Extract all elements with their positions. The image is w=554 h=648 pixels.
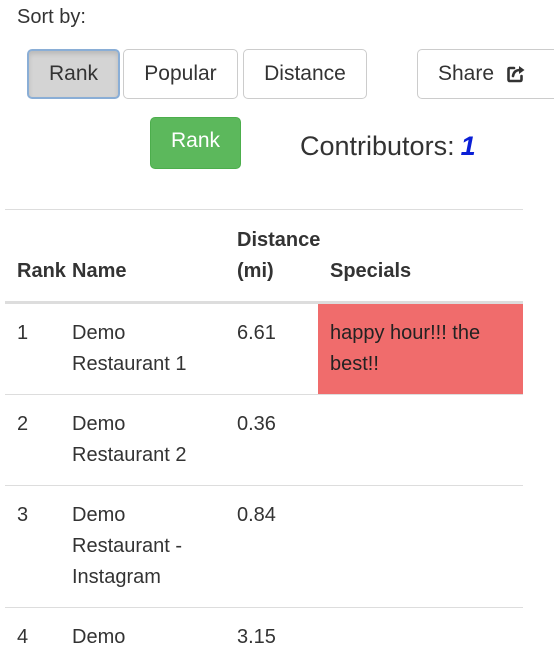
table-row[interactable]: 3 Demo Restaurant - Instagram 0.84 [5,485,523,608]
cell-name: Demo Restaurant 2 [60,394,225,486]
cell-specials [318,394,523,486]
cell-rank: 3 [5,485,60,608]
column-header-distance[interactable]: Distance (mi) [225,210,320,304]
cell-rank: 4 [5,607,60,648]
cell-specials [318,607,523,648]
table-row[interactable]: 2 Demo Restaurant 2 0.36 [5,394,523,486]
column-header-specials[interactable]: Specials [318,210,523,304]
cell-distance: 0.36 [225,394,318,486]
contributors-count: 1 [460,131,476,161]
rank-action-button[interactable]: Rank [150,117,241,169]
share-label: Share [438,62,495,85]
contributors-label: Contributors: [300,131,455,161]
column-header-rank[interactable]: Rank [5,210,66,304]
page: Sort by: Rank Popular Distance Share Ran… [0,0,554,648]
cell-distance: 6.61 [237,322,276,344]
sort-rank-button[interactable]: Rank [27,49,120,99]
sort-distance-button[interactable]: Distance [243,49,367,99]
cell-name: Demo Restaurant 1 [72,322,187,375]
cell-name: Demo Restaurant - Instagram [60,485,225,608]
share-external-icon [506,64,526,84]
restaurant-table: Rank Name Distance (mi) Specials 1 Demo … [5,210,523,648]
table-row[interactable]: 1 Demo Restaurant 1 6.61 happy hour!!! t… [5,302,523,395]
contributors-summary: Contributors: 1 [300,131,476,162]
sort-by-label: Sort by: [17,6,86,28]
cell-name: Demo [60,607,225,648]
cell-distance: 3.15 [225,607,318,648]
share-button[interactable]: Share [417,49,554,99]
cell-rank: 1 [17,322,29,344]
cell-distance: 0.84 [225,485,318,608]
column-header-name[interactable]: Name [60,210,225,304]
cell-specials [318,485,523,608]
restaurant-table-container: Rank Name Distance (mi) Specials 1 Demo … [5,209,523,648]
cell-specials-highlighted: happy hour!!! the best!! [318,302,523,395]
cell-rank: 2 [5,394,60,486]
table-row[interactable]: 4 Demo 3.15 [5,607,523,648]
table-header-row: Rank Name Distance (mi) Specials [5,210,523,304]
sort-popular-button[interactable]: Popular [123,49,238,99]
